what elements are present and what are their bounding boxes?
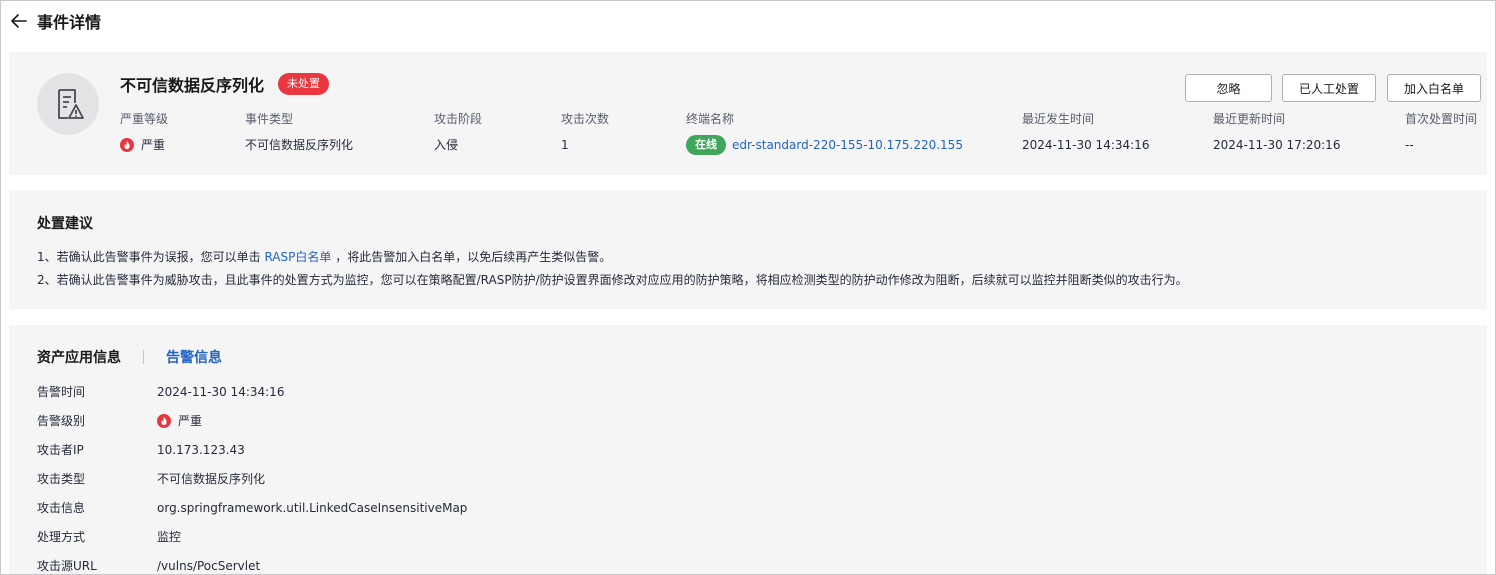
info-card: 资产应用信息 告警信息 告警时间 2024-11-30 14:34:16 告警级… xyxy=(9,325,1487,574)
info-label: 攻击信息 xyxy=(37,501,86,515)
info-row-attack-type: 攻击类型 不可信数据反序列化 xyxy=(37,470,265,488)
attack-count-value: 1 xyxy=(561,138,569,152)
endpoint-link[interactable]: edr-standard-220-155-10.175.220.155 xyxy=(732,134,963,156)
info-value: 10.173.123.43 xyxy=(157,443,245,457)
first-handle-label: 首次处置时间 xyxy=(1405,112,1478,126)
info-row-alert-level: 告警级别 严重 xyxy=(37,412,202,430)
severity-value: 严重 xyxy=(141,138,166,152)
event-type-field: 事件类型 不可信数据反序列化 xyxy=(245,110,353,156)
back-arrow-icon[interactable] xyxy=(9,11,29,31)
tab-divider xyxy=(143,350,144,364)
info-value-wrap: 严重 xyxy=(157,412,202,430)
add-whitelist-button[interactable]: 加入白名单 xyxy=(1387,74,1481,102)
info-value: /vulns/PocServlet xyxy=(157,559,261,573)
info-value: org.springframework.util.LinkedCaseInsen… xyxy=(157,501,468,515)
flame-icon xyxy=(157,414,171,428)
event-icon-circle xyxy=(37,73,99,135)
advice-card: 处置建议 1、若确认此告警事件为误报，您可以单击 RASP白名单 ，将此告警加入… xyxy=(9,190,1487,309)
manual-handle-button[interactable]: 已人工处置 xyxy=(1282,74,1376,102)
first-handle-value: -- xyxy=(1405,138,1414,152)
event-summary-card: 不可信数据反序列化 未处置 忽略 已人工处置 加入白名单 严重等级 严重 事件类… xyxy=(9,52,1487,175)
event-title-row: 不可信数据反序列化 未处置 xyxy=(120,72,330,96)
attack-stage-label: 攻击阶段 xyxy=(434,112,483,126)
info-value: 严重 xyxy=(178,414,203,428)
event-type-value: 不可信数据反序列化 xyxy=(245,138,354,152)
info-label: 告警级别 xyxy=(37,414,86,428)
online-status-tag: 在线 xyxy=(686,135,726,155)
ignore-button[interactable]: 忽略 xyxy=(1185,74,1272,102)
page-header: 事件详情 xyxy=(9,9,101,33)
info-row-alert-time: 告警时间 2024-11-30 14:34:16 xyxy=(37,383,284,401)
last-update-label: 最近更新时间 xyxy=(1213,112,1286,126)
tab-asset-info[interactable]: 资产应用信息 xyxy=(37,347,121,367)
info-value: 监控 xyxy=(157,530,182,544)
attack-stage-field: 攻击阶段 入侵 xyxy=(434,110,482,156)
advice-line-1: 1、若确认此告警事件为误报，您可以单击 RASP白名单 ，将此告警加入白名单，以… xyxy=(37,248,611,265)
document-warning-icon xyxy=(58,89,84,119)
page-title: 事件详情 xyxy=(37,13,102,32)
info-label: 攻击源URL xyxy=(37,559,97,573)
last-update-field: 最近更新时间 2024-11-30 17:20:16 xyxy=(1213,110,1340,156)
event-type-label: 事件类型 xyxy=(245,112,294,126)
first-handle-field: 首次处置时间 -- xyxy=(1405,110,1477,156)
info-tabs: 资产应用信息 告警信息 xyxy=(37,347,222,367)
info-label: 攻击类型 xyxy=(37,472,86,486)
attack-count-field: 攻击次数 1 xyxy=(561,110,609,156)
endpoint-label: 终端名称 xyxy=(686,112,735,126)
info-value: 2024-11-30 14:34:16 xyxy=(157,385,285,399)
last-occur-field: 最近发生时间 2024-11-30 14:34:16 xyxy=(1022,110,1149,156)
info-label: 攻击者IP xyxy=(37,443,84,457)
flame-icon xyxy=(120,138,134,152)
rasp-whitelist-link[interactable]: RASP白名单 xyxy=(264,250,331,264)
info-row-handling: 处理方式 监控 xyxy=(37,528,181,546)
advice-line-1-suffix: ，将此告警加入白名单，以免后续再产生类似告警。 xyxy=(331,250,612,264)
info-label: 告警时间 xyxy=(37,385,86,399)
severity-value-wrap: 严重 xyxy=(120,134,168,156)
endpoint-value-wrap: 在线 edr-standard-220-155-10.175.220.155 xyxy=(686,134,963,156)
info-row-source-url: 攻击源URL /vulns/PocServlet xyxy=(37,557,261,574)
tab-alert-info[interactable]: 告警信息 xyxy=(166,347,222,367)
advice-line-1-prefix: 1、若确认此告警事件为误报，您可以单击 xyxy=(37,250,265,264)
status-badge: 未处置 xyxy=(278,73,330,95)
event-name: 不可信数据反序列化 xyxy=(120,76,265,95)
info-value: 不可信数据反序列化 xyxy=(157,472,266,486)
advice-line-2: 2、若确认此告警事件为威胁攻击，且此事件的处置方式为监控，您可以在策略配置/RA… xyxy=(37,273,1188,287)
event-detail-page: 事件详情 不可信数据反序列化 未处置 忽略 已人工处置 加入白名单 严重等级 严… xyxy=(0,0,1496,575)
severity-field: 严重等级 严重 xyxy=(120,110,168,156)
info-row-attack-info: 攻击信息 org.springframework.util.LinkedCase… xyxy=(37,499,467,517)
last-occur-value: 2024-11-30 14:34:16 xyxy=(1022,138,1150,152)
last-update-value: 2024-11-30 17:20:16 xyxy=(1213,138,1341,152)
attack-count-label: 攻击次数 xyxy=(561,112,610,126)
last-occur-label: 最近发生时间 xyxy=(1022,112,1095,126)
advice-title: 处置建议 xyxy=(37,216,93,232)
attack-stage-value: 入侵 xyxy=(434,138,459,152)
severity-label: 严重等级 xyxy=(120,112,169,126)
info-label: 处理方式 xyxy=(37,530,86,544)
endpoint-field: 终端名称 在线 edr-standard-220-155-10.175.220.… xyxy=(686,110,963,156)
info-row-attacker-ip: 攻击者IP 10.173.123.43 xyxy=(37,441,245,459)
